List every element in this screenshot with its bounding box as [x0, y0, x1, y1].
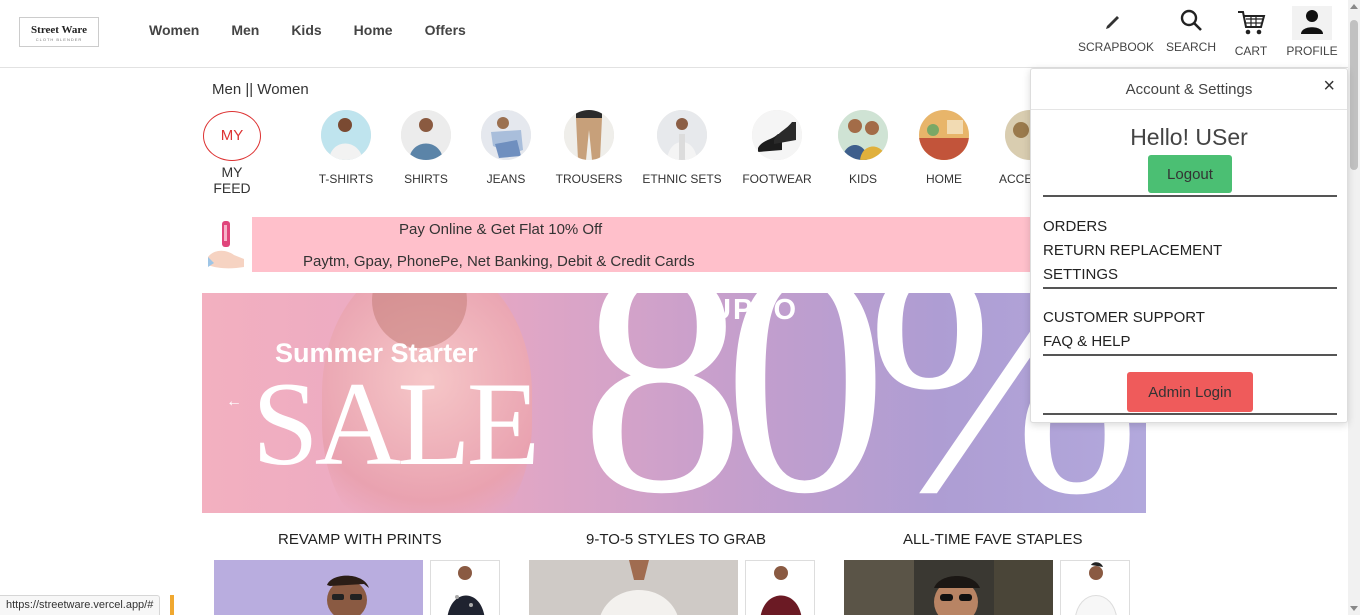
panel-divider [1043, 195, 1337, 197]
category-ethnic-sets[interactable]: ETHNIC SETS [637, 110, 727, 186]
site-header: Street Ware CLOTH BLENDER Women Men Kids… [0, 0, 1348, 68]
scroll-down-icon[interactable] [1350, 606, 1358, 611]
page-scrollbar[interactable] [1348, 0, 1360, 615]
category-label: JEANS [486, 172, 526, 186]
account-settings-panel: Account & Settings × Hello! USer Logout … [1030, 68, 1348, 423]
admin-login-button[interactable]: Admin Login [1127, 372, 1253, 412]
menu-item-orders[interactable]: ORDERS [1043, 218, 1107, 235]
staples-thumb-image[interactable] [1060, 560, 1130, 615]
staples-main-image[interactable] [844, 560, 1053, 615]
payment-hand-icon [204, 219, 248, 271]
category-label: ETHNIC SETS [642, 172, 722, 186]
shirts-image [401, 110, 451, 160]
main-nav: Women Men Kids Home Offers [149, 22, 498, 38]
link-status-bar: https://streetware.vercel.app/# [0, 595, 161, 615]
offer-methods: Paytm, Gpay, PhonePe, Net Banking, Debit… [303, 253, 695, 270]
section-title-prints: REVAMP WITH PRINTS [278, 531, 442, 548]
user-greeting: Hello! USer [1130, 124, 1248, 150]
category-label: HOME [926, 172, 962, 186]
sale-banner-carousel[interactable]: Summer Starter SALE UPTO 80% ← [202, 293, 1146, 513]
logout-button[interactable]: Logout [1148, 155, 1232, 193]
category-home[interactable]: HOME [899, 110, 989, 186]
nav-link-home[interactable]: Home [354, 22, 393, 38]
menu-item-return-replacement[interactable]: RETURN REPLACEMENT [1043, 242, 1222, 259]
accessories-image [1005, 110, 1031, 160]
kids-image [838, 110, 888, 160]
user-icon [1292, 6, 1332, 40]
offer-headline: Pay Online & Get Flat 10% Off [399, 221, 603, 238]
scrapbook-button[interactable]: SCRAPBOOK [1078, 6, 1154, 54]
menu-item-faq-help[interactable]: FAQ & HELP [1043, 333, 1131, 350]
styles-main-image[interactable] [529, 560, 738, 615]
status-accent [170, 595, 174, 615]
category-label: T-SHIRTS [318, 172, 374, 186]
section-title-styles: 9-TO-5 STYLES TO GRAB [586, 531, 767, 548]
category-accessories[interactable]: ACCES [985, 110, 1031, 186]
profile-button[interactable]: PROFILE [1286, 6, 1338, 58]
panel-divider [1043, 287, 1337, 289]
close-icon[interactable]: × [1323, 75, 1335, 98]
category-jeans[interactable]: JEANS [461, 110, 551, 186]
panel-divider [1043, 413, 1337, 415]
gender-switch[interactable]: Men || Women [212, 81, 309, 98]
category-label: KIDS [848, 172, 877, 186]
scroll-thumb[interactable] [1350, 20, 1358, 170]
category-trousers[interactable]: TROUSERS [544, 110, 634, 186]
category-kids[interactable]: KIDS [818, 110, 908, 186]
panel-divider [1031, 109, 1347, 110]
my-feed[interactable]: MY MY FEED [202, 111, 262, 196]
cart-icon [1228, 6, 1274, 40]
trousers-image [564, 110, 614, 160]
my-feed-label: MY FEED [213, 164, 251, 196]
menu-item-customer-support[interactable]: CUSTOMER SUPPORT [1043, 309, 1205, 326]
scroll-up-icon[interactable] [1350, 4, 1358, 9]
category-shirts[interactable]: SHIRTS [381, 110, 471, 186]
cart-button[interactable]: CART [1228, 6, 1274, 58]
prints-thumb-image[interactable] [430, 560, 500, 615]
profile-label: PROFILE [1286, 44, 1338, 58]
nav-link-women[interactable]: Women [149, 22, 199, 38]
payment-offer-strip[interactable]: Pay Online & Get Flat 10% Off Paytm, Gpa… [252, 217, 1042, 272]
category-tshirts[interactable]: T-SHIRTS [301, 110, 391, 186]
footwear-image [752, 110, 802, 160]
brand-logo-tagline: CLOTH BLENDER [35, 37, 83, 42]
home-image [919, 110, 969, 160]
menu-item-settings[interactable]: SETTINGS [1043, 266, 1118, 283]
category-label: SHIRTS [404, 172, 448, 186]
category-label: FOOTWEAR [742, 172, 812, 186]
styles-thumb-image[interactable] [745, 560, 815, 615]
tshirts-image [321, 110, 371, 160]
my-feed-circle: MY [203, 111, 261, 161]
category-label: ACCES [999, 172, 1031, 186]
category-label: TROUSERS [555, 172, 623, 186]
pencil-icon [1078, 6, 1148, 36]
panel-title: Account & Settings [1125, 81, 1253, 98]
search-label: SEARCH [1165, 40, 1216, 54]
nav-link-offers[interactable]: Offers [425, 22, 466, 38]
ethnic-sets-image [657, 110, 707, 160]
prints-main-image[interactable] [214, 560, 423, 615]
search-button[interactable]: SEARCH [1165, 6, 1217, 54]
carousel-prev-icon[interactable]: ← [226, 393, 242, 411]
search-icon [1165, 6, 1217, 36]
jeans-image [481, 110, 531, 160]
section-title-staples: ALL-TIME FAVE STAPLES [903, 531, 1083, 548]
cart-label: CART [1234, 44, 1268, 58]
panel-divider [1043, 354, 1337, 356]
nav-link-men[interactable]: Men [231, 22, 259, 38]
banner-sale: SALE [252, 357, 540, 490]
brand-logo[interactable]: Street Ware CLOTH BLENDER [19, 17, 99, 47]
brand-logo-name: Street Ware [31, 24, 87, 36]
category-footwear[interactable]: FOOTWEAR [732, 110, 822, 186]
nav-link-kids[interactable]: Kids [291, 22, 321, 38]
scrapbook-label: SCRAPBOOK [1078, 40, 1155, 54]
